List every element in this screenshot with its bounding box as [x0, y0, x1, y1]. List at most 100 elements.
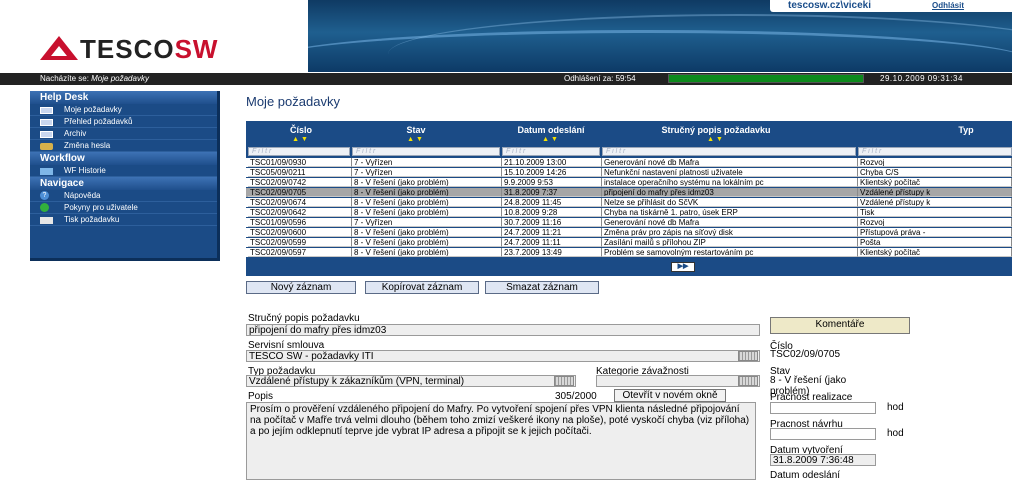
effort-unit: hod: [887, 402, 904, 413]
status-bar: Nacházíte se: Moje požadavky Odhlášení z…: [0, 73, 1012, 85]
table-cell: Generování nové db Mafra: [602, 158, 858, 167]
table-cell: Změna práv pro zápis na síťový disk: [602, 228, 858, 237]
table-cell: Tisk: [858, 208, 1012, 217]
site-link[interactable]: tescosw.cz\viceki: [788, 0, 871, 11]
sidebar-item-wf-history[interactable]: WF Historie: [30, 165, 217, 177]
location-breadcrumb: Nacházíte se: Moje požadavky: [40, 74, 149, 83]
description-textarea[interactable]: Prosím o prověření vzdáleného připojení …: [246, 402, 756, 480]
contract-select[interactable]: TESCO SW - požadavky ITI: [246, 350, 760, 362]
table-cell: Chyba C/S: [858, 168, 1012, 177]
column-header-number[interactable]: Číslo ▲▼: [266, 125, 336, 143]
table-cell: 9.9.2009 9:53: [502, 178, 602, 187]
column-header-status[interactable]: Stav ▲▼: [366, 125, 466, 143]
table-cell: 10.8.2009 9:28: [502, 208, 602, 217]
filter-sent-date[interactable]: F i l t r: [502, 147, 600, 156]
info-icon: [40, 203, 49, 212]
table-cell: instalace operačního systému na lokálním…: [602, 178, 858, 187]
table-cell: Zasílání mailů s přílohou ZIP: [602, 238, 858, 247]
table-cell: Klientský počítač: [858, 248, 1012, 257]
next-page-button[interactable]: ▶▶: [671, 262, 695, 272]
table-cell: TSC05/09/0211: [248, 168, 352, 177]
table-cell: 8 - V řešení (jako problém): [352, 208, 502, 217]
sidebar-item-my-requests[interactable]: Moje požadavky: [30, 104, 217, 116]
char-count: 305/2000: [555, 391, 597, 402]
help-icon: ?: [40, 191, 49, 200]
page-title: Moje požadavky: [246, 94, 340, 109]
sidebar-item-requests-overview[interactable]: Přehled požadavků: [30, 116, 217, 128]
current-datetime: 29.10.2009 09:31:34: [880, 74, 963, 83]
table-cell: Chyba na tiskárně 1. patro, úsek ERP: [602, 208, 858, 217]
type-picker-icon[interactable]: [554, 376, 574, 386]
filter-type[interactable]: F i l t r: [858, 147, 1012, 156]
table-pager: ▶▶: [246, 260, 1012, 272]
list-icon: [40, 131, 53, 138]
sidebar: Help Desk Moje požadavky Přehled požadav…: [30, 91, 220, 261]
column-header-type[interactable]: Typ: [946, 125, 986, 135]
filter-summary[interactable]: F i l t r: [602, 147, 856, 156]
sent-label: Datum odeslání: [770, 470, 841, 480]
table-cell: 24.7.2009 11:11: [502, 238, 602, 247]
copy-record-button[interactable]: Kopírovat záznam: [365, 281, 479, 294]
table-cell: 7 - Vyřízen: [352, 168, 502, 177]
print-icon: [40, 217, 53, 224]
sidebar-item-user-guidelines[interactable]: Pokyny pro uživatele: [30, 202, 217, 214]
table-cell: 15.10.2009 14:26: [502, 168, 602, 177]
table-cell: Nelze se přihlásit do SčVK: [602, 198, 858, 207]
delete-record-button[interactable]: Smazat záznam: [485, 281, 599, 294]
number-value: TSC02/09/0705: [770, 349, 841, 360]
workflow-icon: [40, 168, 53, 175]
filter-number[interactable]: F i l t r: [248, 147, 350, 156]
contract-picker-icon[interactable]: [738, 351, 758, 361]
column-header-sent-date[interactable]: Datum odeslání ▲▼: [501, 125, 601, 143]
table-cell: TSC02/09/0742: [248, 178, 352, 187]
severity-select[interactable]: [596, 375, 760, 387]
table-row[interactable]: TSC02/09/0742 8 - V řešení (jako problém)…: [246, 178, 1012, 187]
table-cell: Přístupová práva -: [858, 228, 1012, 237]
requests-table: Číslo ▲▼ Stav ▲▼ Datum odeslání ▲▼ Stručný …: [246, 121, 1012, 276]
table-row[interactable]: TSC01/09/0596 7 - Vyřízen 30.7.2009 11:16 G…: [246, 218, 1012, 227]
table-cell: 24.8.2009 11:45: [502, 198, 602, 207]
estimate-unit: hod: [887, 428, 904, 439]
sidebar-section-workflow: Workflow: [30, 152, 217, 165]
sidebar-section-navigation: Navigace: [30, 177, 217, 190]
table-row[interactable]: TSC01/09/0930 7 - Vyřízen 21.10.2009 13:00…: [246, 158, 1012, 167]
summary-label: Stručný popis požadavku: [248, 313, 360, 324]
sidebar-item-help[interactable]: ? Nápověda: [30, 190, 217, 202]
comments-button[interactable]: Komentáře: [770, 317, 910, 334]
new-record-button[interactable]: Nový záznam: [246, 281, 356, 294]
table-row[interactable]: TSC02/09/0674 8 - V řešení (jako problém)…: [246, 198, 1012, 207]
sidebar-item-archive[interactable]: Archiv: [30, 128, 217, 140]
table-cell: 8 - V řešení (jako problém): [352, 188, 502, 197]
table-row[interactable]: TSC02/09/0597 8 - V řešení (jako problém)…: [246, 248, 1012, 257]
table-cell: Problém se samovolným restartováním pc: [602, 248, 858, 257]
table-cell: 8 - V řešení (jako problém): [352, 178, 502, 187]
table-cell: TSC02/09/0674: [248, 198, 352, 207]
header: tescosw.cz\viceki Odhlásit TESCOSW: [0, 0, 1012, 72]
table-row[interactable]: TSC02/09/0642 8 - V řešení (jako problém)…: [246, 208, 1012, 217]
filter-status[interactable]: F i l t r: [352, 147, 500, 156]
key-icon: [40, 143, 53, 150]
table-cell: 7 - Vyřízen: [352, 158, 502, 167]
table-cell: TSC02/09/0705: [248, 188, 352, 197]
table-cell: Vzdálené přístupy k: [858, 188, 1012, 197]
summary-input[interactable]: připojení do mafry přes idmz03: [246, 324, 760, 336]
list-icon: [40, 119, 53, 126]
effort-input[interactable]: [770, 402, 876, 414]
created-value: 31.8.2009 7:36:48: [770, 454, 876, 466]
type-select[interactable]: Vzdálené přístupy k zákazníkům (VPN, ter…: [246, 375, 576, 387]
table-cell: 8 - V řešení (jako problém): [352, 238, 502, 247]
table-row[interactable]: TSC02/09/0600 8 - V řešení (jako problém)…: [246, 228, 1012, 237]
open-new-window-button[interactable]: Otevřít v novém okně: [614, 389, 726, 402]
logout-link[interactable]: Odhlásit: [932, 1, 964, 10]
table-cell: TSC02/09/0599: [248, 238, 352, 247]
table-row[interactable]: TSC05/09/0211 7 - Vyřízen 15.10.2009 14:26…: [246, 168, 1012, 177]
table-row[interactable]: TSC02/09/0705 8 - V řešení (jako problém)…: [246, 188, 1012, 197]
table-row[interactable]: TSC02/09/0599 8 - V řešení (jako problém)…: [246, 238, 1012, 247]
table-cell: Klientský počítač: [858, 178, 1012, 187]
sidebar-item-change-password[interactable]: Změna hesla: [30, 140, 217, 152]
estimate-input[interactable]: [770, 428, 876, 440]
severity-picker-icon[interactable]: [738, 376, 758, 386]
column-header-summary[interactable]: Stručný popis požadavku ▲▼: [626, 125, 806, 143]
session-progress-bar: [668, 74, 864, 83]
sidebar-item-print-request[interactable]: Tisk požadavku: [30, 214, 217, 226]
